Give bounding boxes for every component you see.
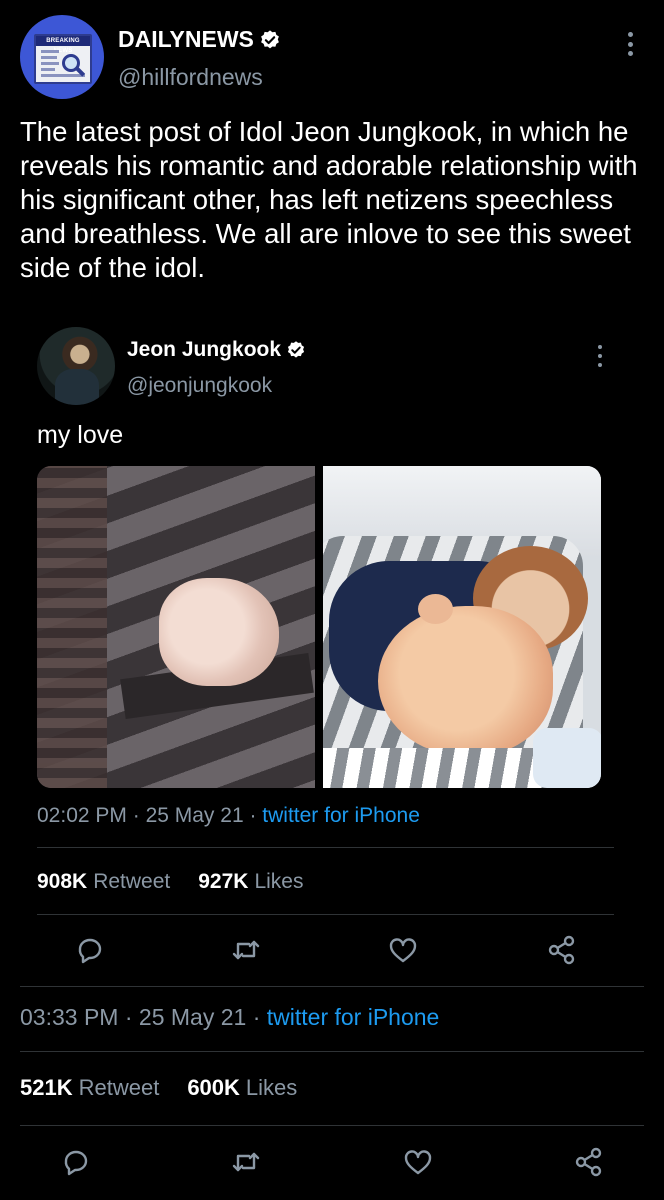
- divider: [20, 1051, 644, 1052]
- quoted-display-name-text: Jeon Jungkook: [127, 338, 282, 361]
- verified-badge-icon: [260, 29, 279, 48]
- newspaper-graphic: BREAKING NEWS: [34, 34, 92, 84]
- avatar-banner-text: BREAKING NEWS: [36, 36, 90, 54]
- share-icon[interactable]: [546, 934, 578, 966]
- outer-source-link[interactable]: twitter for iPhone: [267, 1004, 440, 1030]
- divider: [37, 914, 614, 915]
- outer-like-label[interactable]: Likes: [246, 1075, 297, 1101]
- divider: [20, 986, 644, 987]
- divider: [20, 1125, 644, 1126]
- outer-like-count[interactable]: 600K: [187, 1075, 240, 1101]
- outer-handle[interactable]: @hillfordnews: [118, 64, 263, 91]
- share-icon[interactable]: [573, 1146, 605, 1178]
- outer-retweet-count[interactable]: 521K: [20, 1075, 73, 1101]
- retweet-icon[interactable]: [230, 934, 262, 966]
- outer-date: 25 May 21: [138, 1004, 247, 1030]
- like-icon[interactable]: [402, 1146, 434, 1178]
- reply-icon[interactable]: [60, 1146, 92, 1178]
- jungkook-avatar[interactable]: [37, 327, 115, 405]
- quoted-date: 25 May 21: [145, 804, 244, 827]
- divider: [37, 847, 614, 848]
- more-options-icon[interactable]: [618, 28, 642, 60]
- outer-display-name-text: DAILYNEWS: [118, 26, 254, 52]
- outer-retweet-label[interactable]: Retweet: [79, 1075, 160, 1101]
- tweet-photo-sleeping[interactable]: [323, 466, 601, 788]
- outer-time: 03:33 PM: [20, 1004, 119, 1030]
- quoted-like-label[interactable]: Likes: [254, 870, 303, 894]
- dailynews-avatar[interactable]: BREAKING NEWS: [20, 15, 104, 99]
- quoted-retweet-count[interactable]: 908K: [37, 870, 87, 894]
- verified-badge-icon: [287, 341, 305, 358]
- tweet-photo-hands[interactable]: [37, 466, 315, 788]
- quoted-handle[interactable]: @jeonjungkook: [127, 374, 272, 398]
- outer-tweet-text: The latest post of Idol Jeon Jungkook, i…: [20, 116, 638, 283]
- quoted-tweet-meta: 02:02 PM · 25 May 21 · twitter for iPhon…: [37, 804, 420, 827]
- outer-display-name[interactable]: DAILYNEWS: [118, 26, 281, 53]
- quoted-retweet-label[interactable]: Retweet: [93, 870, 170, 894]
- more-options-icon[interactable]: [589, 343, 611, 369]
- quoted-like-count[interactable]: 927K: [198, 870, 248, 894]
- quoted-time: 02:02 PM: [37, 804, 127, 827]
- quoted-tweet-text: my love: [37, 421, 124, 449]
- quoted-display-name[interactable]: Jeon Jungkook: [127, 338, 306, 362]
- reply-icon[interactable]: [74, 934, 106, 966]
- quoted-stats: 908K Retweet 927K Likes: [37, 870, 303, 894]
- outer-stats: 521K Retweet 600K Likes: [20, 1075, 297, 1101]
- retweet-icon[interactable]: [230, 1146, 262, 1178]
- outer-tweet-meta: 03:33 PM · 25 May 21 · twitter for iPhon…: [20, 1004, 440, 1030]
- like-icon[interactable]: [387, 934, 419, 966]
- quoted-source-link[interactable]: twitter for iPhone: [262, 804, 420, 827]
